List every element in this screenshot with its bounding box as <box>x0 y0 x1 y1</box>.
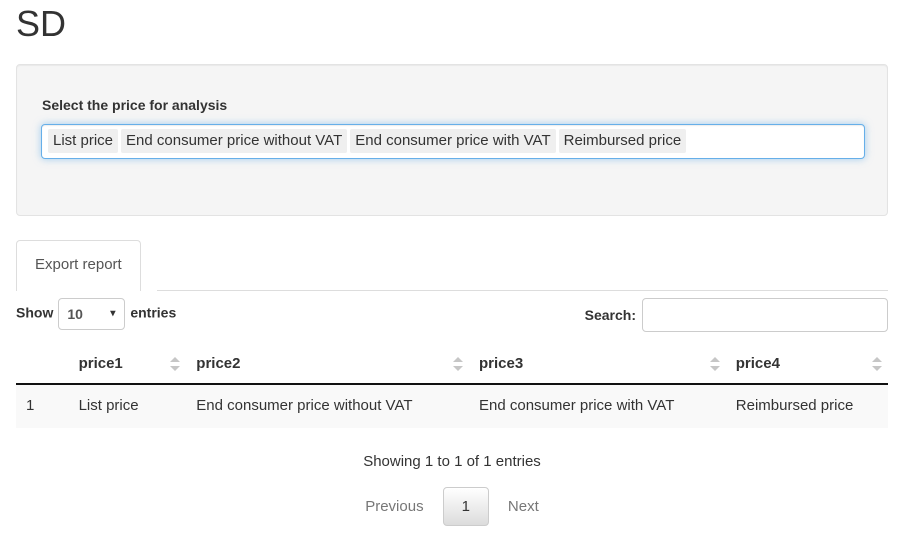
table-row[interactable]: 1 List price End consumer price without … <box>16 384 888 428</box>
table-info: Showing 1 to 1 of 1 entries <box>363 453 541 470</box>
column-header-price3[interactable]: price3 <box>469 345 726 386</box>
table-length-suffix-label: entries <box>130 304 177 321</box>
cell-price3: End consumer price with VAT <box>479 397 675 415</box>
pagination-next-button[interactable]: Next <box>493 487 554 526</box>
table-head: price1 price2 price3 price4 <box>16 345 888 386</box>
selected-tag-list-price[interactable]: List price <box>48 129 119 153</box>
price-multiselect-input[interactable]: List price End consumer price without VAT… <box>41 124 865 159</box>
table-body: 1 List price End consumer price without … <box>16 384 888 428</box>
selected-tag-reimbursed-price[interactable]: Reimbursed price <box>558 129 687 153</box>
price-selection-panel: Select the price for analysis List price… <box>16 64 888 216</box>
table-search-label: Search: <box>584 307 636 323</box>
table-length-prefix-label: Show <box>16 304 54 321</box>
tab-export-report[interactable]: Export report <box>16 240 141 291</box>
column-header-price2[interactable]: price2 <box>186 345 469 386</box>
page-title: SD <box>16 3 67 44</box>
table-search-control: Search: <box>585 298 888 332</box>
sort-arrows-icon[interactable] <box>709 356 720 372</box>
column-header-price4-label: price4 <box>735 355 780 372</box>
cell-price2: End consumer price without VAT <box>196 397 413 415</box>
selected-tag-end-consumer-price-without-vat[interactable]: End consumer price without VAT <box>121 129 348 153</box>
column-header-price1[interactable]: price1 <box>68 345 187 386</box>
column-header-price3-label: price3 <box>479 355 524 372</box>
price-selection-label: Select the price for analysis <box>42 97 228 113</box>
pagination-page-1-button[interactable]: 1 <box>442 487 489 527</box>
page-root: SD Select the price for analysis List pr… <box>0 0 904 549</box>
tab-bar: Export report <box>16 240 888 291</box>
sort-arrows-icon[interactable] <box>872 356 882 372</box>
table-length-value: 10 <box>67 306 83 322</box>
table-length-control: Show 10 ▾ entries <box>16 298 176 330</box>
table-pagination: Previous 1 Next <box>0 487 904 527</box>
cell-price1: List price <box>78 397 139 415</box>
report-table: price1 price2 price3 price4 1 List price… <box>16 345 888 428</box>
table-header-row: price1 price2 price3 price4 <box>16 345 888 386</box>
search-input[interactable] <box>642 298 888 332</box>
cell-price4: Reimbursed price <box>735 397 854 415</box>
selected-tag-end-consumer-price-with-vat[interactable]: End consumer price with VAT <box>350 129 556 153</box>
table-length-select[interactable]: 10 ▾ <box>58 298 126 330</box>
tab-bar-underline <box>157 290 888 291</box>
cell-index: 1 <box>26 397 35 415</box>
sort-arrows-icon[interactable] <box>453 356 463 372</box>
column-header-price2-label: price2 <box>196 355 241 372</box>
column-header-price1-label: price1 <box>78 355 123 372</box>
column-header-price4[interactable]: price4 <box>725 345 888 386</box>
chevron-down-icon: ▾ <box>110 308 116 319</box>
column-header-index <box>16 345 69 386</box>
pagination-previous-button[interactable]: Previous <box>350 487 438 526</box>
sort-arrows-icon[interactable] <box>170 356 181 372</box>
